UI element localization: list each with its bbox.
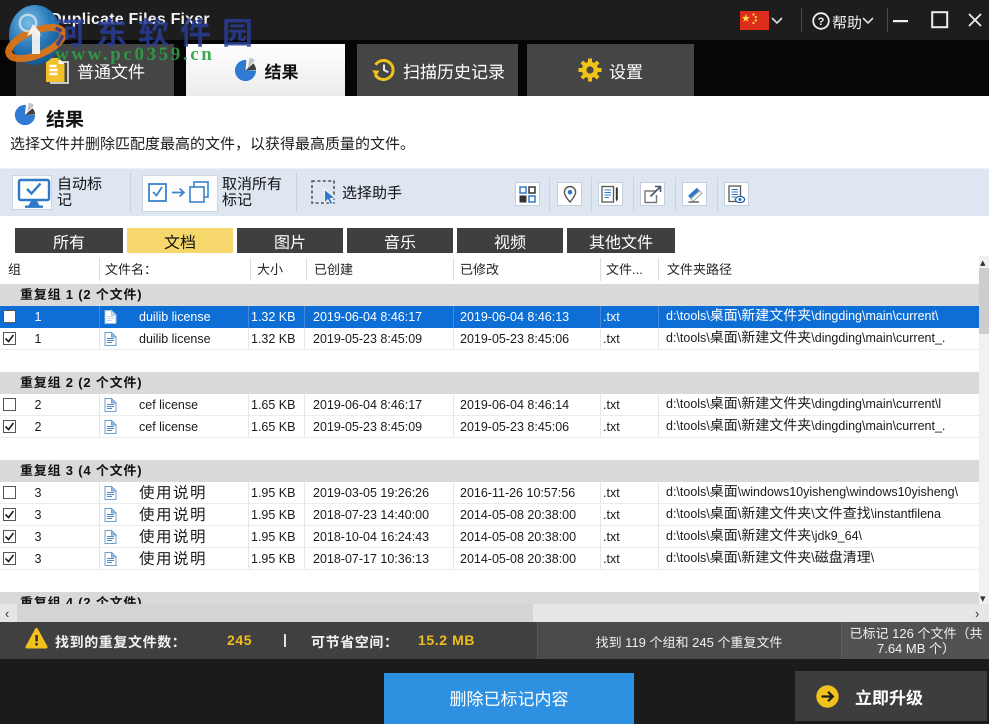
svg-text:?: ? [818, 16, 825, 28]
